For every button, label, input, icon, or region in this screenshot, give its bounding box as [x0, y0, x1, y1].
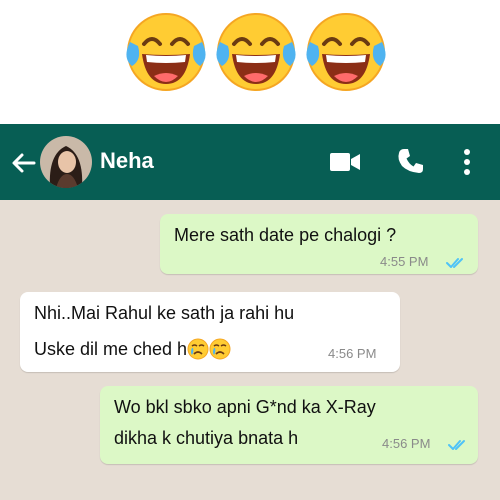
crying-face-icon — [209, 338, 231, 360]
laughing-emoji-icon — [124, 10, 208, 94]
outgoing-message-bubble[interactable]: Mere sath date pe chalogi ? 4:55 PM — [160, 214, 478, 274]
contact-name[interactable]: Neha — [100, 148, 154, 174]
message-text: Wo bkl sbko apni G*nd ka X-Ray — [114, 397, 376, 417]
message-timestamp: 4:56 PM — [328, 346, 377, 361]
message-timestamp: 4:56 PM — [382, 436, 431, 451]
message-timestamp: 4:55 PM — [380, 254, 429, 269]
laughing-emoji-icon — [304, 10, 388, 94]
more-options-icon[interactable] — [460, 146, 474, 178]
message-text-with-emoji: Uske dil me ched h — [34, 338, 231, 360]
outgoing-message-bubble[interactable]: Wo bkl sbko apni G*nd ka X-Ray dikha k c… — [100, 386, 478, 464]
message-text: Uske dil me ched h — [34, 339, 188, 359]
back-arrow-icon[interactable] — [8, 148, 38, 178]
double-check-read-icon — [448, 438, 468, 450]
crying-face-icon — [187, 338, 209, 360]
laughing-emoji-icon — [214, 10, 298, 94]
emoji-strip — [0, 0, 500, 124]
message-text: dikha k chutiya bnata h — [114, 428, 299, 448]
double-check-read-icon — [446, 256, 466, 268]
contact-avatar[interactable] — [40, 136, 92, 188]
chat-area[interactable]: Mere sath date pe chalogi ? 4:55 PM Nhi.… — [0, 200, 500, 500]
incoming-message-bubble[interactable]: Nhi..Mai Rahul ke sath ja rahi hu Uske d… — [20, 292, 400, 372]
message-text: Mere sath date pe chalogi ? — [174, 225, 397, 245]
phone-call-icon[interactable] — [396, 146, 426, 176]
video-call-icon[interactable] — [328, 149, 362, 175]
message-text: Nhi..Mai Rahul ke sath ja rahi hu — [34, 303, 295, 323]
